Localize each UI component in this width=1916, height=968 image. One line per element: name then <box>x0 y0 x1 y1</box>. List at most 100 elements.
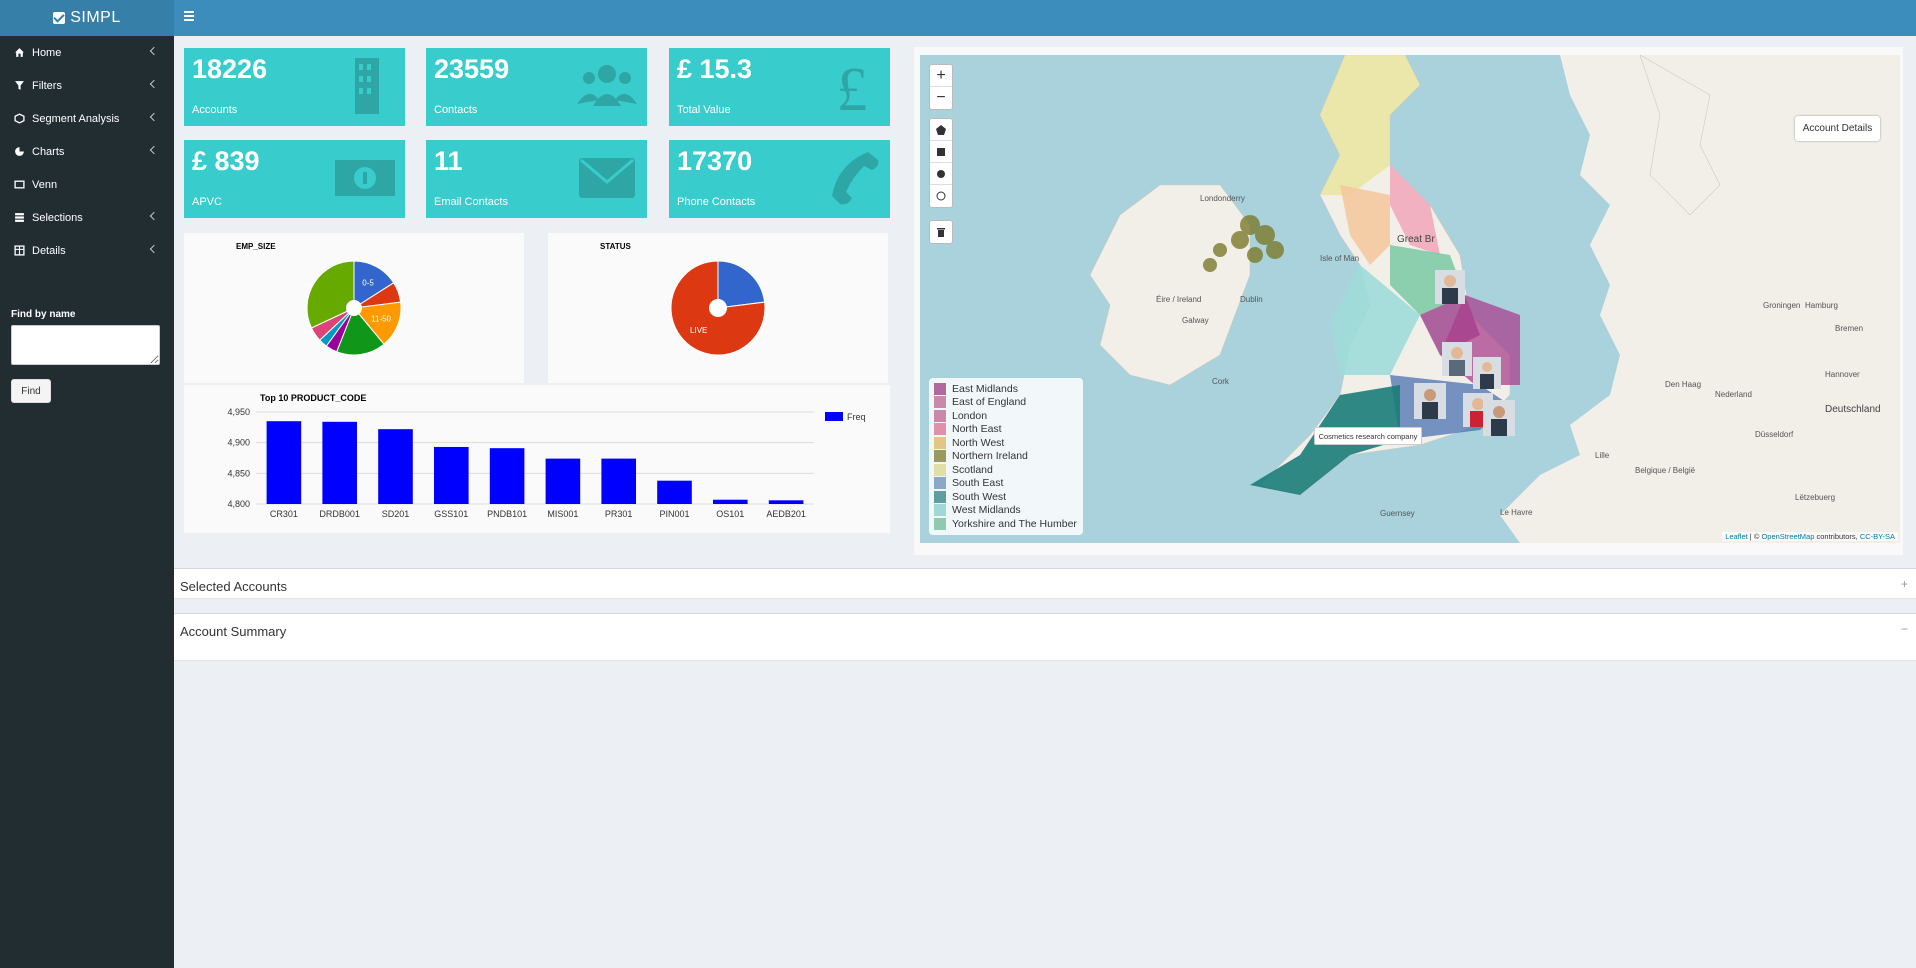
value-box-label: Accounts <box>192 104 238 116</box>
sidebar-item-label: Selections <box>32 211 83 224</box>
selected-accounts-box: Selected Accounts + <box>174 568 1916 599</box>
envelope-icon <box>579 158 635 198</box>
sidebar-item-details[interactable]: Details <box>0 234 174 267</box>
x-tick-label: PIN001 <box>659 509 689 519</box>
draw-polygon-icon[interactable] <box>930 119 952 141</box>
sidebar-item-segment-analysis[interactable]: Segment Analysis <box>0 102 174 135</box>
pie-slice[interactable] <box>717 260 766 309</box>
home-icon <box>15 48 24 57</box>
sidebar-toggle-icon[interactable] <box>184 11 194 21</box>
bar[interactable] <box>657 480 692 504</box>
draw-marker-icon[interactable] <box>930 185 952 207</box>
sidebar-item-charts[interactable]: Charts <box>0 135 174 168</box>
bar[interactable] <box>322 421 357 504</box>
draw-rectangle-icon[interactable] <box>930 141 952 163</box>
legend-swatch <box>934 490 946 503</box>
zoom-in-button[interactable]: + <box>930 65 952 87</box>
chevron-left-icon <box>149 244 159 254</box>
value-box-value: 18226 <box>192 54 268 84</box>
bar[interactable] <box>545 458 581 504</box>
legend-swatch <box>934 450 946 463</box>
value-box-contacts: 23559 Contacts <box>426 48 647 126</box>
legend-item: South East <box>934 477 1078 491</box>
map-label: Nederland <box>1715 390 1752 399</box>
map-label: Hannover <box>1825 370 1860 379</box>
legend-swatch <box>934 463 946 476</box>
map-label: Londonderry <box>1200 194 1245 203</box>
app-logo[interactable]: SIMPL <box>0 0 174 36</box>
value-box-phone-contacts: 17370 Phone Contacts <box>669 140 890 218</box>
legend-item: South West <box>934 490 1078 504</box>
map-label: Den Haag <box>1665 380 1701 389</box>
legend-swatch <box>934 382 946 395</box>
draw-circle-icon[interactable] <box>930 163 952 185</box>
trash-icon[interactable] <box>930 221 952 243</box>
sidebar-item-home[interactable]: Home <box>0 36 174 69</box>
sidebar-item-filters[interactable]: Filters <box>0 69 174 102</box>
bar[interactable] <box>768 500 804 504</box>
database-icon <box>15 213 24 222</box>
map-label: Lëtzebuerg <box>1795 493 1835 502</box>
product-code-bar-chart[interactable]: Top 10 PRODUCT_CODE 4,950 4,900 4,850 4,800 C… <box>184 385 890 533</box>
building-icon <box>355 58 379 114</box>
legend-item: Yorkshire and The Humber <box>934 517 1078 531</box>
region-legend: East Midlands East of England London Nor… <box>929 378 1083 535</box>
status-chart-panel: STATUS LIVE <box>548 233 888 383</box>
find-button[interactable]: Find <box>11 379 51 403</box>
license-link[interactable]: CC-BY-SA <box>1860 532 1895 541</box>
bar[interactable] <box>378 429 413 504</box>
map-label: Cork <box>1212 377 1230 386</box>
legend-item: North West <box>934 436 1078 450</box>
value-box-label: Email Contacts <box>434 196 508 208</box>
status-pie-chart[interactable]: LIVE <box>548 233 888 383</box>
chevron-left-icon <box>149 145 159 155</box>
filter-icon <box>15 81 24 90</box>
legend-swatch <box>934 396 946 409</box>
sidebar-item-venn[interactable]: Venn <box>0 168 174 201</box>
map-label: Lille <box>1595 451 1610 460</box>
leaflet-link[interactable]: Leaflet <box>1725 532 1748 541</box>
map-label: Düsseldorf <box>1755 430 1794 439</box>
users-icon <box>577 65 637 106</box>
x-tick-label: AEDB201 <box>766 509 806 519</box>
bar[interactable] <box>434 446 469 504</box>
pie-slice-label: 0-5 <box>362 278 374 287</box>
sidebar-item-label: Segment Analysis <box>32 112 120 125</box>
map-label: Le Havre <box>1500 508 1533 517</box>
emp-size-pie-chart[interactable]: 0-5 11-50 <box>184 233 524 383</box>
chevron-left-icon <box>149 46 159 56</box>
sidebar: Home Filters Segment Analysis Charts Ven… <box>0 36 174 968</box>
x-tick-label: DRDB001 <box>319 509 360 519</box>
box-title: Account Summary <box>180 624 287 639</box>
find-by-name-input[interactable] <box>11 325 160 365</box>
app-title: SIMPL <box>70 9 121 26</box>
y-tick-label: 4,850 <box>227 468 250 478</box>
value-box-label: Total Value <box>677 104 731 116</box>
bar[interactable] <box>601 458 636 504</box>
pie-hole <box>346 300 362 316</box>
svg-text:£: £ <box>837 56 868 116</box>
collapse-button[interactable]: − <box>1901 622 1908 636</box>
map-label: Galway <box>1182 316 1209 325</box>
value-box-label: Contacts <box>434 104 478 116</box>
bar[interactable] <box>489 448 525 504</box>
value-box-value: 11 <box>434 146 463 176</box>
map-tooltip: Cosmetics research company <box>1314 427 1422 445</box>
legend-item: East of England <box>934 396 1078 410</box>
osm-link[interactable]: OpenStreetMap <box>1761 532 1814 541</box>
chevron-left-icon <box>149 79 159 89</box>
account-details-button[interactable]: Account Details <box>1795 116 1880 141</box>
zoom-out-button[interactable]: − <box>930 87 952 109</box>
expand-button[interactable]: + <box>1901 577 1908 591</box>
legend-item: East Midlands <box>934 382 1078 396</box>
bar[interactable] <box>266 421 302 504</box>
legend-swatch <box>934 517 946 530</box>
map-label: Guernsey <box>1380 509 1415 518</box>
sidebar-item-label: Home <box>32 46 62 59</box>
sidebar-item-selections[interactable]: Selections <box>0 201 174 234</box>
x-tick-label: CR301 <box>270 509 298 519</box>
account-summary-box: Account Summary − <box>174 613 1916 661</box>
table-icon <box>14 245 25 256</box>
bar[interactable] <box>713 499 748 504</box>
pie-slice-label: LIVE <box>690 326 707 335</box>
